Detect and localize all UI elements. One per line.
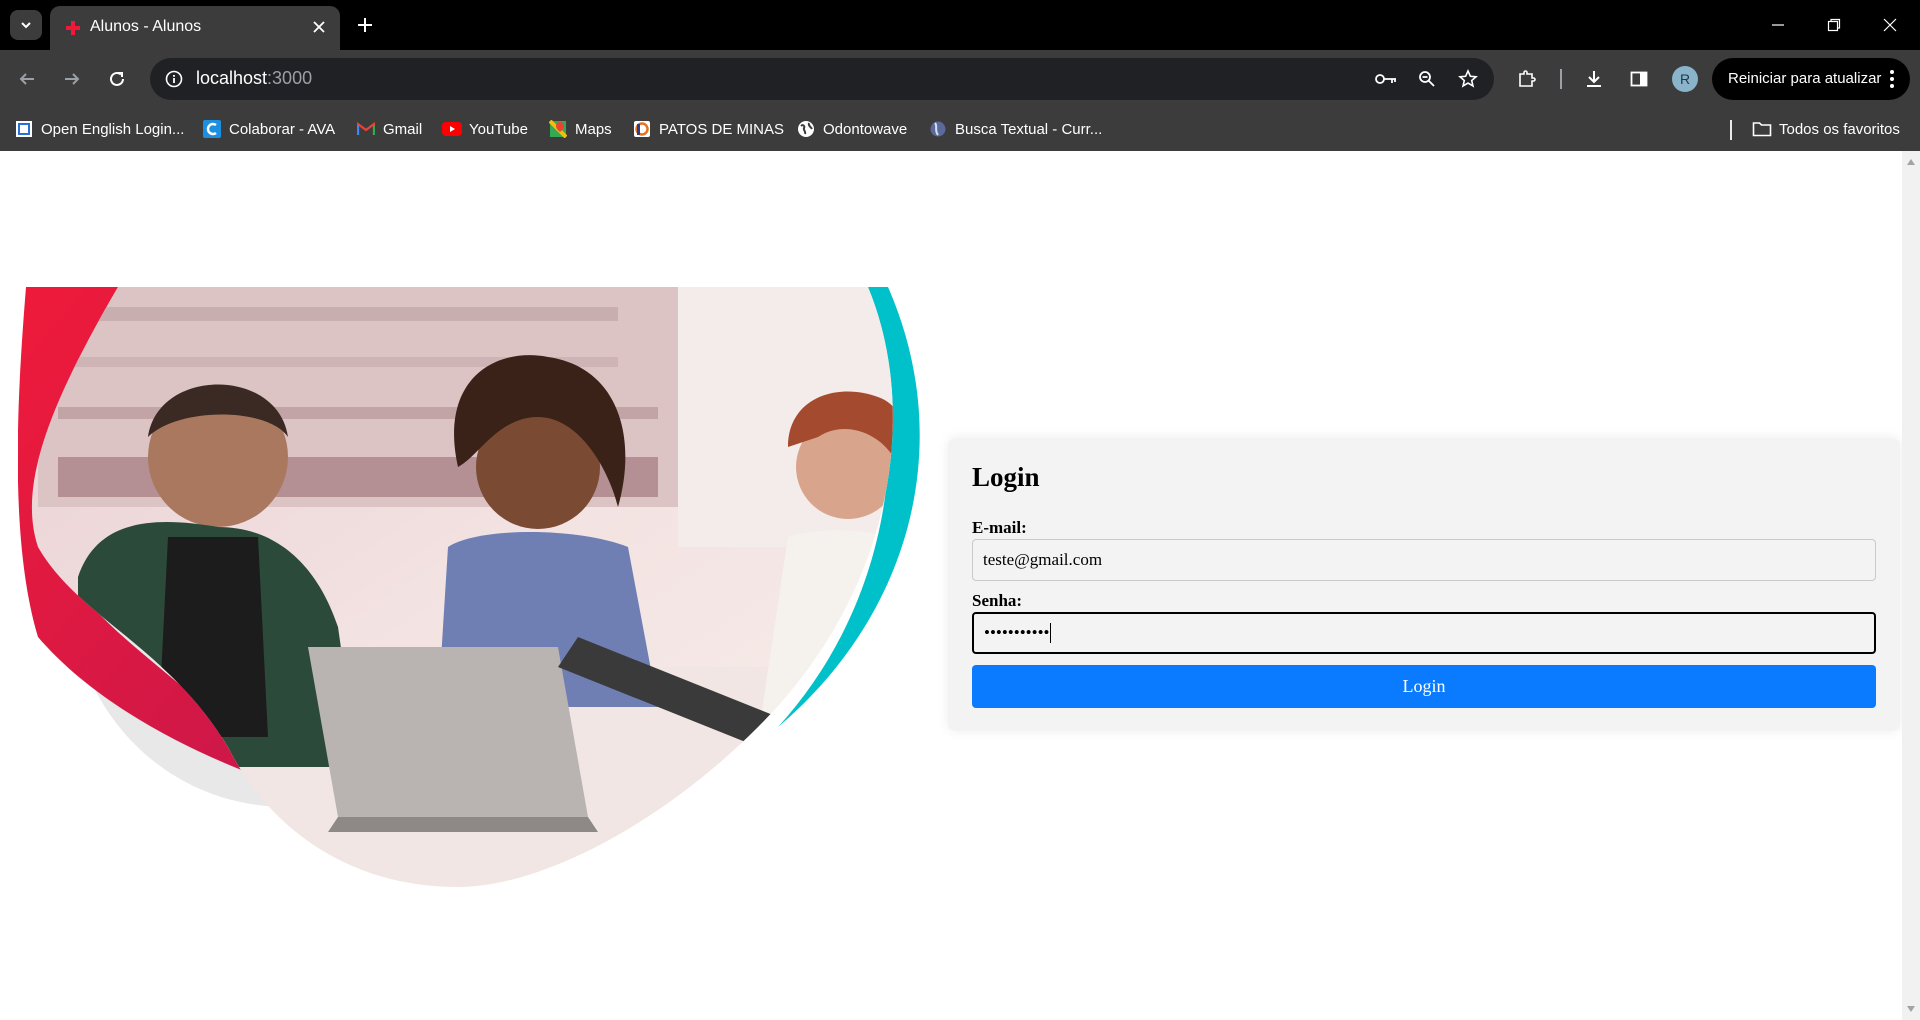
lattes-icon — [928, 119, 948, 139]
minimize-icon — [1772, 24, 1784, 26]
bookmark-label: PATOS DE MINAS — [659, 120, 785, 138]
bookmark-label: Maps — [575, 120, 612, 138]
extensions-button[interactable] — [1510, 62, 1544, 96]
login-title: Login — [972, 462, 1040, 492]
url-text[interactable]: localhost:3000 — [196, 68, 312, 89]
star-icon — [1458, 69, 1478, 88]
bookmark-patos-de-minas[interactable]: PATOS DE MINAS — [632, 116, 784, 142]
bookmark-label: Busca Textual - Curr... — [955, 120, 1103, 138]
bookmark-open-english[interactable]: Open English Login... — [14, 116, 184, 142]
tab-strip: Alunos - Alunos — [0, 0, 1920, 50]
bookmark-youtube[interactable]: YouTube — [442, 116, 528, 142]
bookmark-maps[interactable]: Maps — [548, 116, 612, 142]
tab-search-button[interactable] — [10, 10, 42, 40]
password-value: ••••••••••• — [984, 623, 1050, 642]
downloads-button[interactable] — [1577, 62, 1611, 96]
zoom-icon — [1419, 71, 1435, 87]
login-form: Login E-mail: teste@gmail.com Senha: •••… — [948, 438, 1900, 731]
side-panel-button[interactable] — [1622, 62, 1656, 96]
restart-to-update-button[interactable]: Reiniciar para atualizar — [1712, 58, 1910, 100]
password-button[interactable] — [1372, 65, 1400, 93]
colaborar-icon — [202, 119, 222, 139]
side-panel-icon — [1630, 71, 1648, 87]
url-port: :3000 — [267, 68, 313, 88]
forward-button[interactable] — [55, 62, 89, 96]
triangle-down-icon — [1907, 1006, 1915, 1012]
browser-toolbar: localhost:3000 R Reiniciar para atualiza… — [0, 50, 1920, 108]
email-label: E-mail: — [972, 518, 1027, 537]
all-bookmarks-label: Todos os favoritos — [1779, 120, 1900, 138]
hero-illustration — [18, 287, 920, 887]
puzzle-icon — [1519, 70, 1536, 87]
bookmarks-bar: Open English Login... Colaborar - AVA Gm… — [0, 108, 1920, 151]
close-window-button[interactable] — [1862, 0, 1918, 50]
bookmark-label: Odontowave — [823, 120, 908, 138]
kebab-menu-icon — [1890, 70, 1894, 88]
page-viewport: Login E-mail: teste@gmail.com Senha: •••… — [0, 151, 1920, 1020]
bookmark-label: Gmail — [383, 120, 423, 138]
arrow-left-icon — [19, 73, 34, 85]
login-button[interactable]: Login — [972, 665, 1876, 708]
gmail-icon — [356, 119, 376, 139]
text-caret — [1050, 623, 1052, 643]
open-english-icon — [14, 119, 34, 139]
patos-icon — [632, 119, 652, 139]
new-tab-button[interactable] — [352, 12, 378, 38]
scroll-down-arrow[interactable] — [1906, 1004, 1916, 1014]
download-icon — [1587, 71, 1601, 87]
page-scrollbar[interactable] — [1902, 151, 1920, 1020]
site-info-button[interactable] — [160, 65, 188, 93]
url-host: localhost — [196, 68, 268, 88]
close-icon — [1883, 18, 1897, 32]
password-label: Senha: — [972, 591, 1023, 610]
email-field[interactable]: teste@gmail.com — [972, 539, 1876, 581]
arrow-right-icon — [65, 73, 80, 85]
bookmark-odontowave[interactable]: Odontowave — [796, 116, 907, 142]
office-photo — [31, 287, 893, 887]
restore-button[interactable] — [1806, 0, 1862, 50]
active-tab[interactable]: Alunos - Alunos — [50, 6, 340, 50]
restore-icon — [1827, 18, 1841, 32]
bookmark-busca-textual[interactable]: Busca Textual - Curr... — [928, 116, 1102, 142]
password-field[interactable]: ••••••••••• — [972, 612, 1876, 654]
info-icon — [165, 70, 183, 88]
plus-icon — [358, 18, 372, 32]
triangle-up-icon — [1907, 159, 1915, 165]
red-cross-icon — [66, 21, 80, 35]
youtube-icon — [442, 119, 462, 139]
bookmark-label: Open English Login... — [41, 120, 185, 138]
bookmark-label: Colaborar - AVA — [229, 120, 336, 138]
globe-icon — [796, 119, 816, 139]
toolbar-divider — [1560, 69, 1562, 89]
close-icon — [313, 21, 325, 33]
bookmark-star-button[interactable] — [1454, 65, 1482, 93]
minimize-button[interactable] — [1750, 0, 1806, 50]
profile-avatar[interactable]: R — [1672, 66, 1698, 92]
bookmark-label: YouTube — [469, 120, 528, 138]
bookmark-gmail[interactable]: Gmail — [356, 116, 422, 142]
chevron-down-icon — [21, 22, 31, 29]
reload-icon — [110, 71, 124, 86]
maps-icon — [548, 119, 568, 139]
close-tab-button[interactable] — [308, 16, 330, 38]
email-value: teste@gmail.com — [983, 550, 1103, 569]
back-button[interactable] — [10, 62, 44, 96]
scroll-up-arrow[interactable] — [1906, 157, 1916, 167]
restart-to-update-label: Reiniciar para atualizar — [1728, 70, 1882, 87]
address-bar[interactable]: localhost:3000 — [150, 58, 1494, 100]
bookmarks-divider — [1730, 120, 1732, 140]
tab-title: Alunos - Alunos — [90, 18, 202, 35]
bookmark-colaborar[interactable]: Colaborar - AVA — [202, 116, 335, 142]
folder-icon — [1752, 119, 1772, 139]
reload-button[interactable] — [100, 62, 134, 96]
all-bookmarks-folder[interactable]: Todos os favoritos — [1752, 116, 1900, 142]
zoom-button[interactable] — [1413, 65, 1441, 93]
key-icon — [1375, 74, 1396, 84]
browser-menu-button[interactable] — [1886, 68, 1898, 90]
